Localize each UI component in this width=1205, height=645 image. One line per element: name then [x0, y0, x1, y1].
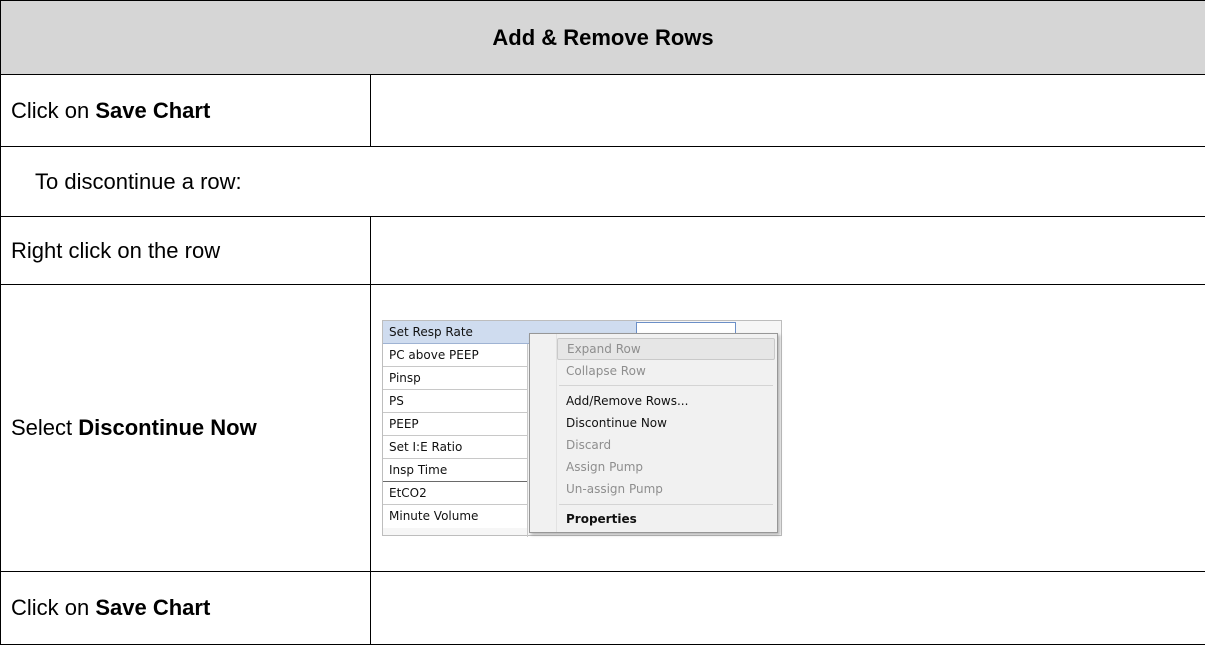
- row-label: PC above PEEP: [389, 348, 479, 362]
- row-label: Pinsp: [389, 371, 421, 385]
- step-text: Right click on the row: [11, 238, 220, 263]
- step-empty-cell: [371, 75, 1205, 147]
- grid-row[interactable]: PC above PEEP: [383, 344, 527, 367]
- step-select-discontinue: Select Discontinue Now: [1, 285, 371, 572]
- grid-row[interactable]: Set I:E Ratio: [383, 436, 527, 459]
- step-empty-cell: [371, 572, 1205, 645]
- menu-icon-gutter: [530, 334, 557, 532]
- menu-label: Collapse Row: [566, 364, 646, 378]
- step-text: Select: [11, 415, 78, 440]
- menu-item-assign-pump[interactable]: Assign Pump: [557, 456, 775, 478]
- menu-label: Un-assign Pump: [566, 482, 663, 496]
- menu-item-discard[interactable]: Discard: [557, 434, 775, 456]
- context-menu: Expand Row Collapse Row Add/Remove Rows.…: [529, 333, 778, 533]
- table-header: Add & Remove Rows: [1, 1, 1205, 75]
- menu-label: Assign Pump: [566, 460, 643, 474]
- row-label: PEEP: [389, 417, 419, 431]
- screenshot-cell: Set Resp Rate PC above PEEP Pinsp PS PEE…: [371, 285, 1205, 572]
- grid-row[interactable]: EtCO2: [383, 482, 527, 505]
- table-title: Add & Remove Rows: [492, 25, 713, 50]
- grid-row[interactable]: Minute Volume: [383, 505, 527, 528]
- menu-label: Discontinue Now: [566, 416, 667, 430]
- row-label: Set Resp Rate: [389, 325, 473, 339]
- step-text: Click on: [11, 595, 95, 620]
- grid-row[interactable]: Pinsp: [383, 367, 527, 390]
- grid-row[interactable]: PEEP: [383, 413, 527, 436]
- menu-item-unassign-pump[interactable]: Un-assign Pump: [557, 478, 775, 500]
- step-bold-text: Save Chart: [95, 595, 210, 620]
- row-label: Set I:E Ratio: [389, 440, 462, 454]
- row-label: PS: [389, 394, 404, 408]
- step-bold-text: Discontinue Now: [78, 415, 256, 440]
- menu-label: Expand Row: [567, 342, 641, 356]
- step-right-click: Right click on the row: [1, 217, 371, 285]
- row-label: EtCO2: [389, 486, 427, 500]
- menu-item-add-remove-rows[interactable]: Add/Remove Rows...: [557, 390, 775, 412]
- menu-label: Add/Remove Rows...: [566, 394, 688, 408]
- step-empty-cell: [371, 217, 1205, 285]
- menu-separator: [559, 385, 773, 386]
- menu-item-collapse-row[interactable]: Collapse Row: [557, 360, 775, 382]
- step-text: Click on: [11, 98, 95, 123]
- grid-row[interactable]: PS: [383, 390, 527, 413]
- menu-item-properties[interactable]: Properties: [557, 508, 775, 530]
- step-bold-text: Save Chart: [95, 98, 210, 123]
- menu-item-discontinue-now[interactable]: Discontinue Now: [557, 412, 775, 434]
- menu-label: Properties: [566, 512, 637, 526]
- step-save-chart-2: Click on Save Chart: [1, 572, 371, 645]
- column-divider: [527, 344, 528, 537]
- row-label: Insp Time: [389, 463, 447, 477]
- menu-label: Discard: [566, 438, 611, 452]
- section-discontinue-row: To discontinue a row:: [1, 147, 1205, 217]
- context-menu-screenshot: Set Resp Rate PC above PEEP Pinsp PS PEE…: [382, 320, 782, 536]
- section-text: To discontinue a row:: [35, 169, 242, 194]
- instruction-table: Add & Remove Rows Click on Save Chart To…: [0, 0, 1205, 645]
- row-label: Minute Volume: [389, 509, 478, 523]
- menu-separator: [559, 504, 773, 505]
- step-save-chart-1: Click on Save Chart: [1, 75, 371, 147]
- grid-row[interactable]: Insp Time: [383, 459, 527, 482]
- menu-item-expand-row[interactable]: Expand Row: [557, 338, 775, 360]
